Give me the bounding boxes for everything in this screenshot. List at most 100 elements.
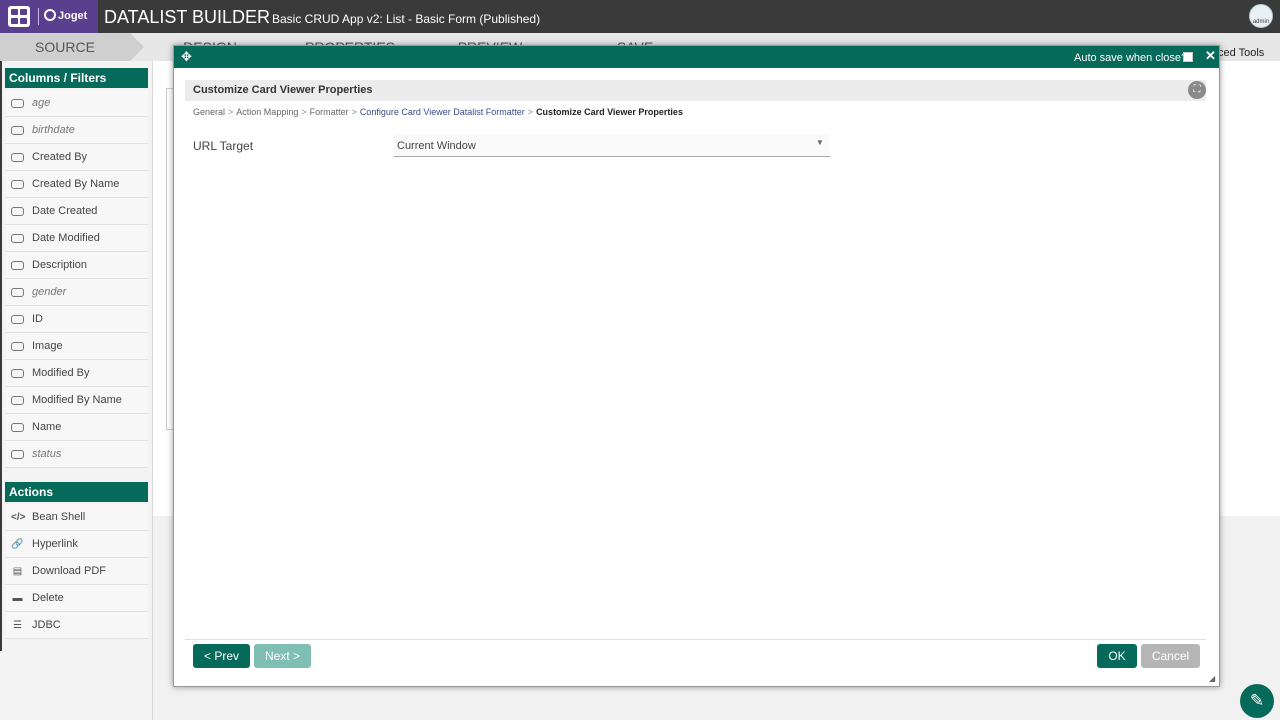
- hdd-icon: [11, 180, 24, 189]
- hdd-icon: [11, 153, 24, 162]
- action-label: Download PDF: [32, 565, 106, 577]
- cancel-button[interactable]: Cancel: [1141, 644, 1200, 668]
- url-target-select[interactable]: Current Window ▼: [394, 134, 830, 157]
- breadcrumb-item-formatter[interactable]: Formatter: [310, 107, 349, 117]
- app-grid-icon[interactable]: [8, 6, 30, 27]
- action-label: Bean Shell: [32, 511, 86, 523]
- next-button[interactable]: Next >: [254, 644, 311, 668]
- actions-header: Actions: [5, 482, 148, 502]
- action-label: Delete: [32, 592, 64, 604]
- column-label: Name: [32, 421, 62, 433]
- column-item-created-by[interactable]: Created By: [5, 144, 148, 171]
- action-label: Hyperlink: [32, 538, 78, 550]
- url-target-value: Current Window: [397, 140, 476, 152]
- column-label: Modified By Name: [32, 394, 122, 406]
- avatar-label: admin: [1252, 19, 1270, 25]
- column-label: gender: [32, 286, 67, 298]
- column-item-gender[interactable]: gender: [5, 279, 148, 306]
- autosave-checkbox[interactable]: [1183, 52, 1193, 62]
- column-item-name[interactable]: Name: [5, 414, 148, 441]
- column-label: Created By Name: [32, 178, 120, 190]
- advanced-tools-link[interactable]: ced Tools: [1218, 47, 1264, 59]
- hdd-icon: [11, 234, 24, 243]
- action-label: JDBC: [32, 619, 61, 631]
- breadcrumb-separator: >: [527, 107, 534, 117]
- hdd-icon: [11, 288, 24, 297]
- breadcrumb-item-configure-formatter[interactable]: Configure Card Viewer Datalist Formatter: [360, 107, 525, 117]
- left-edge-strip: [0, 61, 2, 651]
- column-label: Modified By: [32, 367, 90, 379]
- tab-source[interactable]: SOURCE: [0, 33, 130, 61]
- column-item-date-modified[interactable]: Date Modified: [5, 225, 148, 252]
- close-icon[interactable]: ✕: [1205, 48, 1216, 64]
- properties-dialog: ✥ Auto save when close? ✕ Customize Card…: [173, 45, 1220, 687]
- column-label: Date Modified: [32, 232, 100, 244]
- section-header: Customize Card Viewer Properties ⛶: [185, 80, 1206, 101]
- column-label: Date Created: [32, 205, 98, 217]
- builder-title: DATALIST BUILDER: [104, 7, 271, 27]
- column-label: birthdate: [32, 124, 75, 136]
- fullscreen-icon[interactable]: ⛶: [1188, 81, 1206, 99]
- action-item-delete[interactable]: ▬ Delete: [5, 585, 148, 612]
- action-item-jdbc[interactable]: ☰ JDBC: [5, 612, 148, 639]
- hdd-icon: [11, 207, 24, 216]
- hdd-icon: [11, 423, 24, 432]
- columns-filters-header: Columns / Filters: [5, 68, 148, 88]
- hdd-icon: [11, 99, 24, 108]
- move-icon[interactable]: ✥: [181, 50, 192, 63]
- hdd-icon: [11, 315, 24, 324]
- column-item-id[interactable]: ID: [5, 306, 148, 333]
- column-label: ID: [32, 313, 43, 325]
- pencil-icon: ✎: [1249, 691, 1265, 710]
- action-item-hyperlink[interactable]: 🔗 Hyperlink: [5, 531, 148, 558]
- breadcrumb-separator: >: [351, 107, 357, 117]
- breadcrumb-separator: >: [301, 107, 307, 117]
- link-icon: 🔗: [11, 539, 24, 550]
- autosave-label: Auto save when close?: [1074, 52, 1188, 64]
- left-sidebar: Columns / Filters age birthdate Created …: [0, 61, 153, 720]
- footer-divider: [185, 639, 1206, 640]
- code-icon: </>: [11, 512, 26, 523]
- column-label: status: [32, 448, 62, 460]
- brand-divider: [38, 8, 39, 25]
- column-label: Image: [32, 340, 63, 352]
- column-item-modified-by[interactable]: Modified By: [5, 360, 148, 387]
- top-header: Joget DATALIST BUILDER Basic CRUD App v2…: [0, 0, 1280, 33]
- ok-button[interactable]: OK: [1097, 644, 1137, 668]
- hdd-icon: [11, 450, 24, 459]
- breadcrumb-item-general[interactable]: General: [193, 107, 225, 117]
- column-item-age[interactable]: age: [5, 90, 148, 117]
- breadcrumb: General > Action Mapping > Formatter > Configu…: [193, 107, 683, 117]
- brand-logo: Joget: [44, 9, 87, 22]
- trash-icon: ▬: [12, 593, 23, 604]
- action-item-download-pdf[interactable]: ▤ Download PDF: [5, 558, 148, 585]
- breadcrumb-item-action-mapping[interactable]: Action Mapping: [236, 107, 298, 117]
- column-item-date-created[interactable]: Date Created: [5, 198, 148, 225]
- column-item-description[interactable]: Description: [5, 252, 148, 279]
- column-item-status[interactable]: status: [5, 441, 148, 468]
- joget-logo-icon: [44, 9, 56, 21]
- action-item-bean-shell[interactable]: </> Bean Shell: [5, 504, 148, 531]
- app-subtitle: Basic CRUD App v2: List - Basic Form (Pu…: [272, 12, 541, 26]
- resize-grip-icon[interactable]: ◢: [1209, 674, 1215, 683]
- download-pdf-icon: ▤: [12, 566, 23, 577]
- column-item-image[interactable]: Image: [5, 333, 148, 360]
- column-label: age: [32, 97, 51, 109]
- user-avatar[interactable]: admin: [1249, 4, 1273, 28]
- hdd-icon: [11, 369, 24, 378]
- column-item-birthdate[interactable]: birthdate: [5, 117, 148, 144]
- logo-area[interactable]: Joget: [0, 0, 98, 33]
- prev-button[interactable]: < Prev: [193, 644, 250, 668]
- dialog-titlebar[interactable]: ✥ Auto save when close? ✕: [174, 46, 1219, 68]
- breadcrumb-item-current: Customize Card Viewer Properties: [536, 107, 683, 117]
- hdd-icon: [11, 126, 24, 135]
- column-label: Description: [32, 259, 88, 271]
- database-icon: ☰: [13, 620, 22, 631]
- edit-pencil-button[interactable]: ✎: [1240, 684, 1274, 718]
- column-item-modified-by-name[interactable]: Modified By Name: [5, 387, 148, 414]
- column-item-created-by-name[interactable]: Created By Name: [5, 171, 148, 198]
- hdd-icon: [11, 396, 24, 405]
- column-label: Created By: [32, 151, 88, 163]
- caret-down-icon: ▼: [816, 138, 824, 147]
- hdd-icon: [11, 261, 24, 270]
